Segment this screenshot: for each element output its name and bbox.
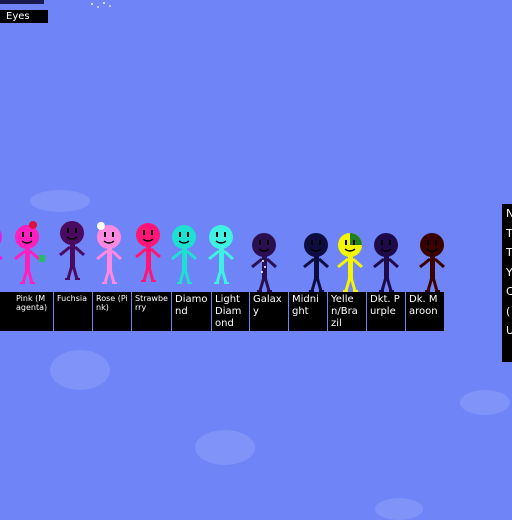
character-label: Dk. Maroon xyxy=(406,292,444,331)
character-label xyxy=(0,292,13,331)
sparkle-icon xyxy=(91,2,111,8)
character-label: Diamond xyxy=(172,292,211,331)
eyes-tab[interactable]: Eyes xyxy=(0,10,48,23)
side-panel-letter: T xyxy=(506,246,512,259)
side-panel-letter: Y xyxy=(506,265,512,279)
cloud xyxy=(195,430,255,465)
top-bar-fragment xyxy=(0,0,44,4)
side-panel-letter: ( xyxy=(506,304,511,318)
cloud xyxy=(375,498,423,520)
character-label: Strawberry xyxy=(132,292,171,331)
side-panel-letter: N xyxy=(506,207,512,220)
cloud xyxy=(460,390,510,415)
character-label: Fuchsia xyxy=(54,292,92,331)
side-panel-letter: C xyxy=(506,285,512,298)
side-panel: N T T Y C(U xyxy=(502,204,512,362)
character-label: Rose (Pink) xyxy=(93,292,131,331)
side-panel-letter: U xyxy=(506,324,512,337)
cloud xyxy=(30,190,90,212)
character-label: Galaxy xyxy=(250,292,288,331)
cloud xyxy=(50,350,110,390)
character-label: Pink (Magenta) xyxy=(13,292,53,331)
side-panel-letter: T xyxy=(506,226,512,240)
character-label: Dkt. Purple xyxy=(367,292,405,331)
